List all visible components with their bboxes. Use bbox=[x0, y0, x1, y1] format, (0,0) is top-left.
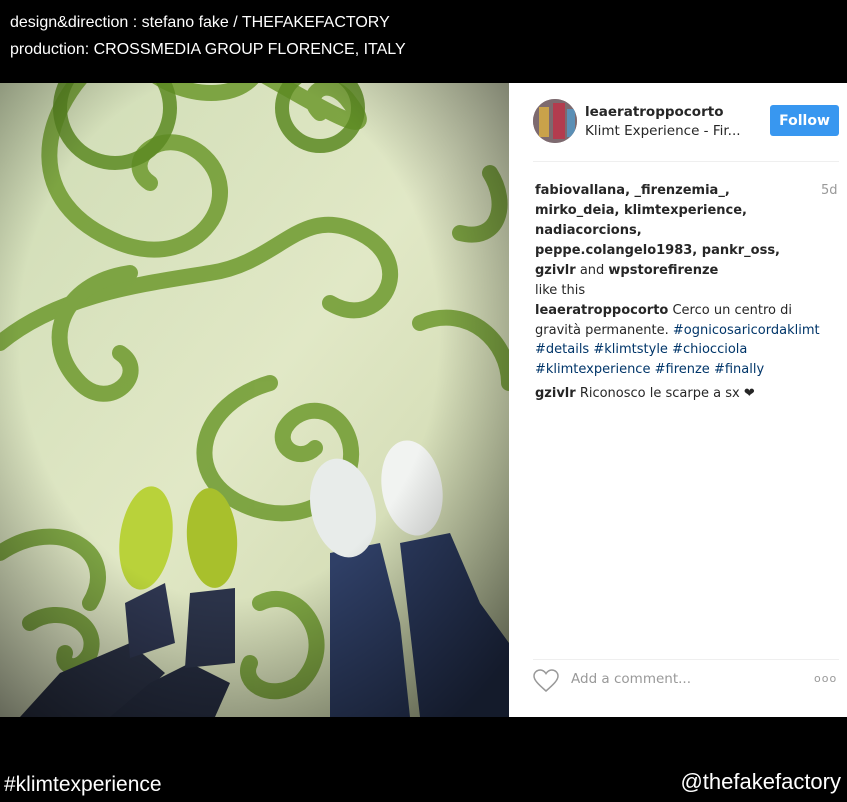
hashtag-link[interactable]: #ognicosaricordaklimt bbox=[673, 323, 820, 338]
likes-summary: fabiovallana, _firenzemia_, mirko_deia, … bbox=[535, 181, 805, 301]
add-comment-input[interactable]: Add a comment... bbox=[571, 671, 691, 687]
post-timestamp[interactable]: 5d bbox=[821, 183, 838, 198]
hashtag-link[interactable]: #finally bbox=[714, 362, 764, 377]
hashtag-link[interactable]: #chiocciola bbox=[672, 342, 747, 357]
hashtag-link[interactable]: #klimtstyle bbox=[593, 342, 668, 357]
post-header: leaeratroppocorto Klimt Experience - Fir… bbox=[533, 99, 839, 151]
caption: leaeratroppocorto Cerco un centro di gra… bbox=[535, 301, 835, 379]
post-details-panel: leaeratroppocorto Klimt Experience - Fir… bbox=[509, 83, 847, 717]
caption-username[interactable]: leaeratroppocorto bbox=[535, 303, 668, 318]
more-options-icon[interactable]: ooo bbox=[814, 672, 837, 685]
heart-icon[interactable] bbox=[533, 669, 559, 697]
post-location[interactable]: Klimt Experience - Fir... bbox=[585, 123, 741, 139]
credits-line-2: production: CROSSMEDIA GROUP FLORENCE, I… bbox=[10, 41, 406, 58]
hashtag-link[interactable]: #klimtexperience bbox=[535, 362, 650, 377]
divider bbox=[533, 161, 839, 162]
footer-hashtag: #klimtexperience bbox=[4, 773, 162, 796]
follow-button[interactable]: Follow bbox=[770, 105, 839, 136]
last-liker[interactable]: wpstorefirenze bbox=[608, 263, 718, 278]
video-credits: design&direction : stefano fake / THEFAK… bbox=[10, 9, 406, 63]
divider bbox=[533, 659, 839, 660]
likes-and: and bbox=[579, 263, 605, 278]
credits-line-1: design&direction : stefano fake / THEFAK… bbox=[10, 14, 390, 31]
post-photo[interactable] bbox=[0, 83, 509, 717]
avatar[interactable] bbox=[533, 99, 577, 143]
likes-suffix: like this bbox=[535, 283, 586, 298]
footer-handle: @thefakefactory bbox=[680, 769, 841, 794]
comment-username[interactable]: gzivlr bbox=[535, 386, 576, 401]
comment-text: Riconosco le scarpe a sx bbox=[579, 386, 740, 401]
post-username[interactable]: leaeratroppocorto bbox=[585, 104, 723, 120]
heart-emoji: ❤ bbox=[743, 386, 755, 401]
hashtag-link[interactable]: #firenze bbox=[655, 362, 710, 377]
hashtag-link[interactable]: #details bbox=[535, 342, 589, 357]
comment: gzivlr Riconosco le scarpe a sx ❤ bbox=[535, 384, 835, 404]
